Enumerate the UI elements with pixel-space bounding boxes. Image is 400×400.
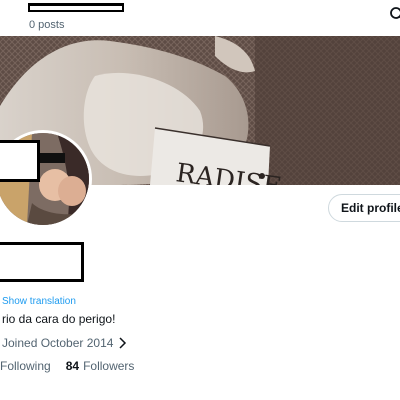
follow-stats: Following 84 Followers bbox=[0, 359, 134, 373]
posts-count: 0 posts bbox=[29, 19, 65, 31]
chevron-right-icon bbox=[119, 337, 127, 349]
redacted-username bbox=[0, 242, 84, 282]
redacted-avatar-area bbox=[0, 140, 40, 182]
followers-count[interactable]: 84 bbox=[66, 359, 79, 373]
profile-page: 0 posts RADISE Edit profile Show transla… bbox=[0, 0, 400, 400]
edit-profile-button[interactable]: Edit profile bbox=[328, 194, 400, 222]
profile-bio: rio da cara do perigo! bbox=[2, 312, 116, 326]
following-link[interactable]: Following bbox=[0, 359, 51, 373]
followers-link[interactable]: Followers bbox=[83, 359, 134, 373]
redacted-display-name bbox=[28, 3, 124, 12]
top-header: 0 posts bbox=[0, 0, 400, 36]
joined-date: Joined October 2014 bbox=[2, 336, 114, 350]
search-icon[interactable] bbox=[389, 6, 400, 22]
joined-date-row[interactable]: Joined October 2014 bbox=[2, 335, 127, 351]
show-translation-link[interactable]: Show translation bbox=[2, 296, 76, 307]
